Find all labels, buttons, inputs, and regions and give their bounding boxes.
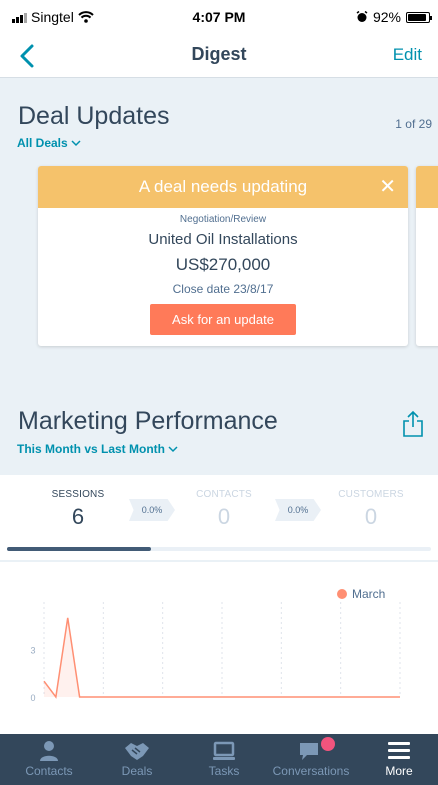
marketing-performance-title: Marketing Performance (18, 407, 278, 435)
stat-label: SESSIONS (51, 489, 105, 500)
ask-for-update-button[interactable]: Ask for an update (150, 304, 296, 335)
battery-icon (406, 11, 432, 23)
stat-sessions[interactable]: SESSIONS 6 (23, 489, 133, 530)
status-right: 92% (356, 9, 432, 25)
deal-pager: 1 of 29 (395, 117, 432, 131)
y-tick-label: 0 (30, 693, 35, 703)
edit-button[interactable]: Edit (393, 45, 422, 65)
navigation-bar: Digest Edit (0, 34, 438, 78)
stat-selection-indicator (7, 547, 152, 551)
menu-icon (388, 742, 410, 759)
all-deals-filter[interactable]: All Deals (17, 136, 81, 150)
stat-value: 0 (364, 504, 378, 529)
stat-value: 6 (71, 504, 85, 529)
deal-stage: Negotiation/Review (179, 214, 267, 225)
stat-contacts[interactable]: CONTACTS 0 (169, 489, 279, 530)
deal-card[interactable]: A deal needs updating ✕ Negotiation/Revi… (38, 166, 408, 346)
person-icon (40, 741, 58, 761)
close-icon[interactable]: ✕ (379, 166, 396, 208)
handshake-icon (125, 743, 149, 760)
y-tick-label: 3 (30, 646, 35, 656)
stat-selection-bar (7, 547, 431, 551)
tab-label: More (385, 764, 413, 778)
laptop-icon (213, 741, 235, 760)
page-title: Digest (191, 44, 247, 64)
deal-close-date: Close date 23/8/17 (172, 282, 274, 296)
chart-panel: 0 3 March (0, 562, 438, 734)
share-icon[interactable] (402, 410, 424, 438)
tab-label: Tasks (208, 764, 240, 778)
status-bar: Singtel 4:07 PM 92% (0, 0, 438, 34)
tab-label: Deals (121, 764, 153, 778)
deal-card-header: A deal needs updating ✕ (38, 166, 408, 208)
tab-label: Conversations (272, 764, 350, 778)
tab-label: Contacts (25, 764, 73, 778)
tab-tasks[interactable]: Tasks (184, 734, 264, 785)
stat-value: 0 (217, 504, 231, 529)
stat-label: CUSTOMERS (338, 489, 404, 500)
tab-contacts[interactable]: Contacts (9, 734, 89, 785)
tab-more[interactable]: More (359, 734, 438, 785)
deal-company[interactable]: United Oil Installations (38, 231, 408, 248)
legend-swatch (337, 589, 347, 599)
deal-updates-title: Deal Updates (18, 102, 170, 130)
chevron-down-icon (71, 139, 81, 146)
period-filter-label: This Month vs Last Month (17, 442, 165, 456)
next-deal-card-peek[interactable] (416, 166, 438, 346)
battery-percent: 92% (372, 9, 401, 25)
delta-tag: 0.0% (275, 499, 321, 521)
all-deals-filter-label: All Deals (17, 136, 68, 150)
tab-conversations[interactable]: Conversations (271, 734, 351, 785)
line-chart: 0 3 March (30, 587, 401, 703)
stat-label: CONTACTS (196, 489, 252, 500)
deal-card-header-text: A deal needs updating (138, 177, 308, 196)
chevron-down-icon (168, 445, 178, 452)
notification-badge (321, 737, 335, 751)
alarm-icon (356, 11, 368, 22)
period-filter[interactable]: This Month vs Last Month (17, 442, 178, 456)
stat-customers[interactable]: CUSTOMERS 0 (316, 489, 426, 530)
legend-label: March (352, 587, 385, 601)
tab-deals[interactable]: Deals (97, 734, 177, 785)
tab-bar: Contacts Deals Tasks Conversations More (0, 734, 438, 785)
deal-amount: US$270,000 (175, 255, 271, 274)
